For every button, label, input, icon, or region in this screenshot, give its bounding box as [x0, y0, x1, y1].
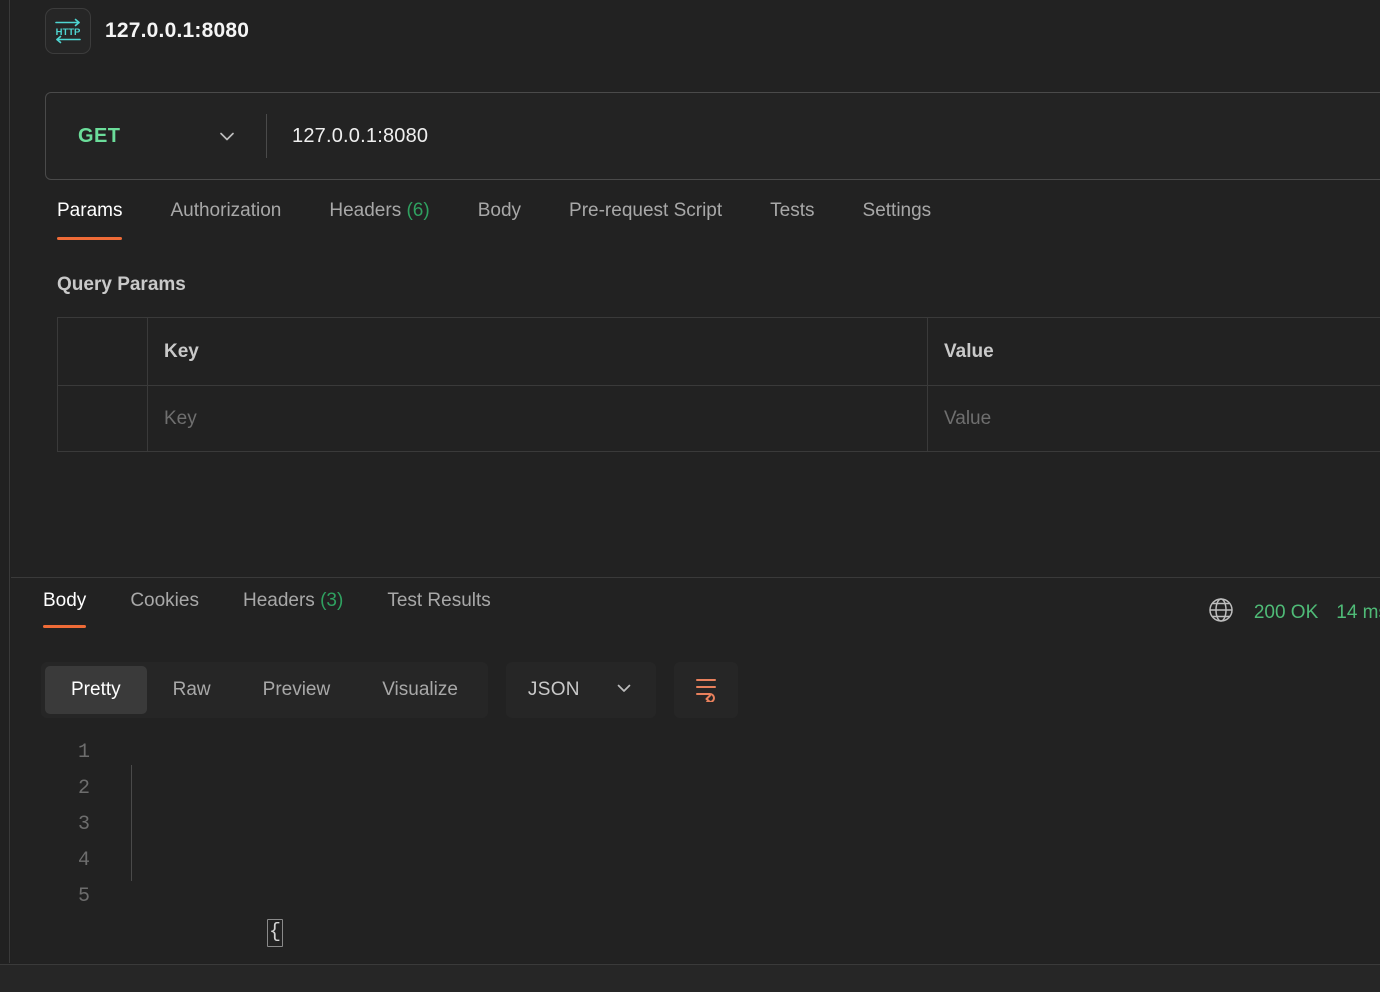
line-number: 2 — [22, 771, 90, 807]
response-time: 14 ms — [1336, 602, 1380, 624]
column-header-value: Value — [928, 318, 1380, 386]
tab-pre-request-script-label: Pre-request Script — [569, 200, 722, 221]
tab-body-label: Body — [478, 200, 521, 221]
view-raw-label: Raw — [173, 679, 211, 701]
tab-params[interactable]: Params — [45, 200, 146, 240]
param-key-input[interactable]: Key — [148, 386, 928, 452]
table-header-row: Key Value — [58, 318, 1380, 386]
response-format-selector[interactable]: JSON — [506, 662, 656, 718]
code-gutter: 1 2 3 4 5 — [22, 735, 112, 963]
api-client-window: HTTP 127.0.0.1:8080 GET 127.0.0.1:8080 P… — [0, 0, 1380, 992]
request-response-pane: HTTP 127.0.0.1:8080 GET 127.0.0.1:8080 P… — [11, 0, 1380, 963]
tab-response-headers-count: (3) — [320, 590, 343, 611]
view-raw-button[interactable]: Raw — [147, 666, 237, 714]
tab-params-label: Params — [57, 200, 122, 221]
http-method-selector[interactable]: GET — [46, 93, 266, 179]
tab-response-body[interactable]: Body — [31, 590, 108, 628]
code-content: { "age": 20, "number": 10086, "username"… — [112, 735, 1380, 963]
tab-test-results-label: Test Results — [387, 590, 490, 611]
tab-authorization[interactable]: Authorization — [146, 200, 305, 240]
tab-response-headers[interactable]: Headers (3) — [221, 590, 365, 628]
tab-authorization-label: Authorization — [170, 200, 281, 221]
response-status-group: 200 OK 14 ms — [1206, 595, 1380, 630]
wrap-text-button[interactable] — [674, 662, 738, 718]
request-title: 127.0.0.1:8080 — [105, 19, 249, 43]
tab-body[interactable]: Body — [454, 200, 545, 240]
pane-splitter[interactable] — [11, 577, 1380, 578]
request-url-bar: GET 127.0.0.1:8080 — [45, 92, 1380, 180]
response-body-viewer[interactable]: 1 2 3 4 5 { "age": 20, "numb — [22, 735, 1380, 963]
indent-guide — [131, 765, 132, 881]
request-title-row: HTTP 127.0.0.1:8080 — [45, 8, 249, 54]
query-params-heading: Query Params — [57, 274, 186, 296]
tab-settings-label: Settings — [863, 200, 932, 221]
status-badge: 200 OK — [1254, 602, 1318, 624]
tab-headers-count: (6) — [406, 200, 429, 221]
table-row: Key Value — [58, 386, 1380, 452]
column-header-key: Key — [148, 318, 928, 386]
status-bar — [0, 964, 1380, 992]
tab-headers[interactable]: Headers (6) — [305, 200, 453, 240]
line-number: 1 — [22, 735, 90, 771]
tab-pre-request-script[interactable]: Pre-request Script — [545, 200, 746, 240]
response-format-label: JSON — [528, 679, 580, 701]
column-header-select — [58, 318, 148, 386]
view-visualize-label: Visualize — [382, 679, 458, 701]
line-number: 5 — [22, 879, 90, 915]
tab-response-cookies-label: Cookies — [130, 590, 199, 611]
tab-settings[interactable]: Settings — [839, 200, 956, 240]
chevron-down-icon — [216, 125, 238, 147]
tab-headers-label: Headers — [329, 200, 401, 221]
code-line-1: { — [112, 879, 1380, 963]
response-view-segmented-control: Pretty Raw Preview Visualize — [41, 662, 488, 718]
wrap-text-icon — [692, 674, 720, 707]
globe-icon[interactable] — [1206, 595, 1236, 630]
url-input[interactable]: 127.0.0.1:8080 — [267, 93, 1380, 179]
request-tab-bar: Params Authorization Headers (6) Body Pr… — [45, 200, 955, 240]
tab-response-body-label: Body — [43, 590, 86, 611]
response-view-toolbar: Pretty Raw Preview Visualize JSON — [41, 662, 738, 718]
line-number: 4 — [22, 843, 90, 879]
tab-response-cookies[interactable]: Cookies — [108, 590, 221, 628]
window-left-rail — [0, 0, 10, 963]
tab-tests-label: Tests — [770, 200, 814, 221]
svg-text:HTTP: HTTP — [56, 27, 81, 38]
view-preview-label: Preview — [263, 679, 331, 701]
view-pretty-button[interactable]: Pretty — [45, 666, 147, 714]
param-value-input[interactable]: Value — [928, 386, 1380, 452]
view-visualize-button[interactable]: Visualize — [356, 666, 484, 714]
tab-response-headers-label: Headers — [243, 590, 315, 611]
line-number: 3 — [22, 807, 90, 843]
chevron-down-icon — [614, 678, 634, 703]
query-params-table: Key Value Key Value — [57, 317, 1380, 452]
tab-test-results[interactable]: Test Results — [365, 590, 512, 628]
view-pretty-label: Pretty — [71, 679, 121, 701]
row-select-checkbox[interactable] — [58, 386, 148, 452]
view-preview-button[interactable]: Preview — [237, 666, 357, 714]
http-protocol-icon: HTTP — [45, 8, 91, 54]
http-method-label: GET — [78, 125, 120, 148]
response-tab-bar: Body Cookies Headers (3) Test Results — [31, 590, 513, 628]
json-open-brace: { — [267, 919, 283, 947]
tab-tests[interactable]: Tests — [746, 200, 838, 240]
